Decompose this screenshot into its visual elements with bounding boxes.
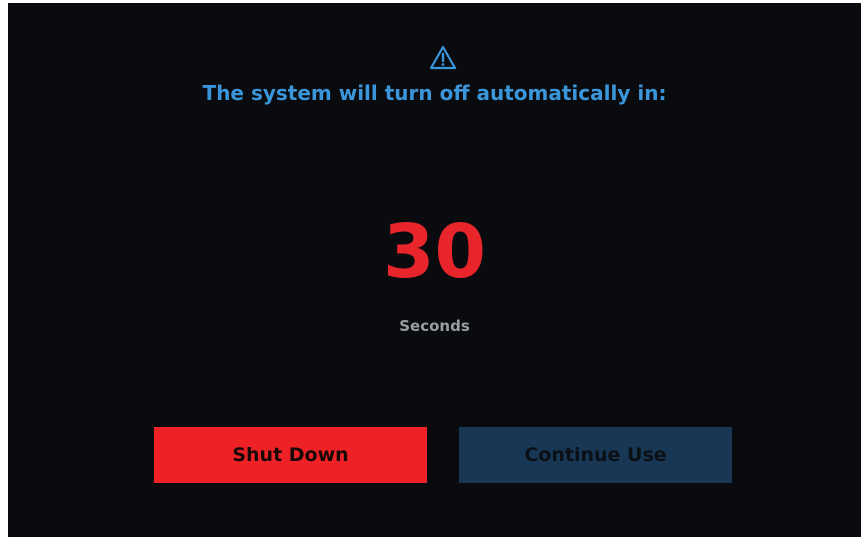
countdown-unit: Seconds	[399, 317, 470, 335]
shutdown-dialog: The system will turn off automatically i…	[8, 3, 861, 537]
dialog-title: The system will turn off automatically i…	[202, 81, 667, 105]
shut-down-button[interactable]: Shut Down	[154, 427, 427, 483]
warning-triangle-icon	[429, 45, 457, 70]
countdown-value: 30	[383, 209, 486, 295]
continue-use-button[interactable]: Continue Use	[459, 427, 732, 483]
